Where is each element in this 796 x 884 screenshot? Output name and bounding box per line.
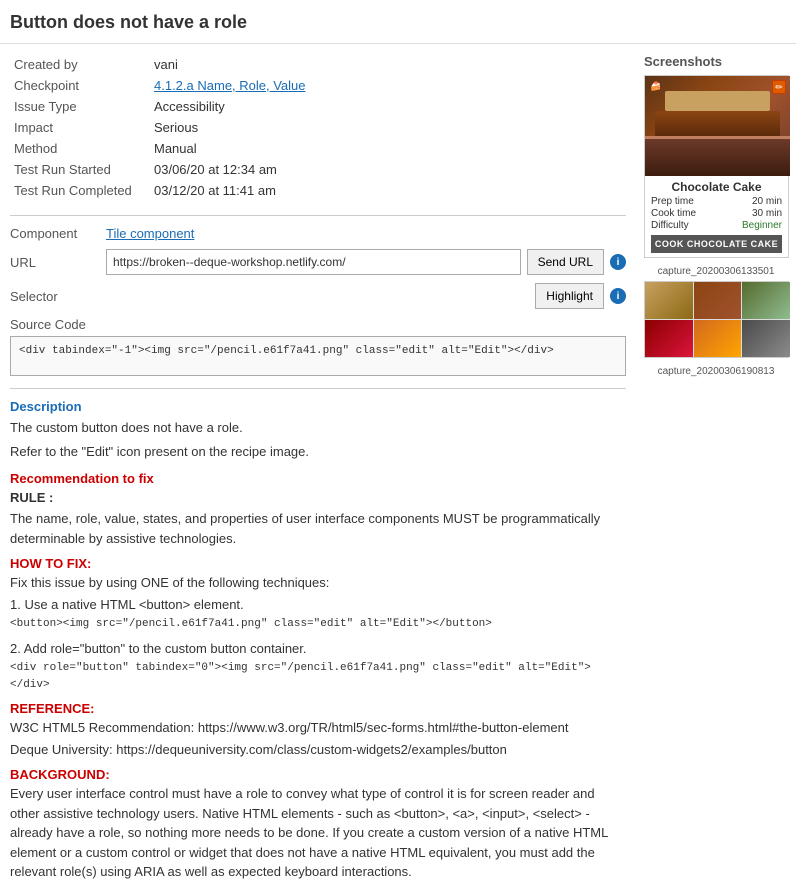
screenshots-heading: Screenshots (644, 54, 788, 69)
test-run-completed-value: 03/12/20 at 11:41 am (150, 180, 626, 201)
method-value: Manual (150, 138, 626, 159)
description-heading: Description (10, 399, 626, 414)
prep-time-label: Prep time (651, 196, 694, 207)
created-by-label: Created by (10, 54, 150, 75)
reference-label: REFERENCE: (10, 701, 626, 716)
difficulty-label: Difficulty (651, 220, 689, 231)
how-to-fix-label: HOW TO FIX: (10, 556, 626, 571)
screenshots-panel: Screenshots 🍰 ✏ Chocolate Cake Prep time… (636, 54, 796, 884)
recommendation-heading: Recommendation to fix (10, 471, 626, 486)
test-run-started-label: Test Run Started (10, 159, 150, 180)
description-line2: Refer to the "Edit" icon present on the … (10, 442, 626, 462)
food-cell-2 (694, 282, 742, 319)
cook-btn[interactable]: COOK CHOCOLATE CAKE (651, 235, 782, 253)
selector-label: Selector (10, 289, 100, 304)
food-cell-4 (645, 320, 693, 357)
impact-label: Impact (10, 117, 150, 138)
source-code-label: Source Code (10, 317, 626, 332)
capture2-name: capture_20200306190813 (644, 364, 788, 381)
screenshot-card-2[interactable] (644, 281, 789, 358)
background-text: Every user interface control must have a… (10, 784, 626, 882)
impact-value: Serious (150, 117, 626, 138)
step1-label: 1. Use a native HTML <button> element. (10, 595, 626, 615)
screenshot-img-1: 🍰 ✏ (645, 76, 790, 176)
screenshot-card-1[interactable]: 🍰 ✏ Chocolate Cake Prep time 20 min Cook… (644, 75, 789, 258)
issue-type-value: Accessibility (150, 96, 626, 117)
test-run-started-value: 03/06/20 at 12:34 am (150, 159, 626, 180)
food-cell-5 (694, 320, 742, 357)
rule-text-content: The name, role, value, states, and prope… (10, 509, 626, 548)
screenshot-img-2 (645, 282, 790, 357)
how-to-fix-intro: Fix this issue by using ONE of the follo… (10, 573, 626, 593)
component-row: Component Tile component (10, 226, 626, 241)
cake-image: 🍰 (645, 76, 790, 176)
background-label: BACKGROUND: (10, 767, 626, 782)
component-label: Component (10, 226, 100, 241)
capture1-name: capture_20200306133501 (644, 264, 788, 281)
component-value-link[interactable]: Tile component (106, 226, 194, 241)
source-code-area: <div tabindex="-1"><img src="/pencil.e61… (10, 336, 626, 376)
cook-time-label: Cook time (651, 208, 696, 219)
url-input[interactable] (106, 249, 521, 275)
step2-code: <div role="button" tabindex="0"><img src… (10, 660, 626, 693)
reference-line1: W3C HTML5 Recommendation: https://www.w3… (10, 718, 626, 738)
food-cell-1 (645, 282, 693, 319)
created-by-value: vani (150, 54, 626, 75)
highlight-dot: ✏ (772, 80, 786, 94)
cake-title: Chocolate Cake (651, 180, 782, 194)
selector-row: Selector Highlight i (10, 283, 626, 309)
highlight-button[interactable]: Highlight (535, 283, 604, 309)
description-line1: The custom button does not have a role. (10, 418, 626, 438)
meta-table: Created by vani Checkpoint 4.1.2.a Name,… (10, 54, 626, 201)
test-run-completed-label: Test Run Completed (10, 180, 150, 201)
screenshot-info-1: Chocolate Cake Prep time 20 min Cook tim… (645, 176, 788, 257)
checkpoint-label: Checkpoint (10, 75, 150, 96)
checkpoint-link[interactable]: 4.1.2.a Name, Role, Value (154, 78, 306, 93)
divider-2 (10, 388, 626, 389)
step1-code: <button><img src="/pencil.e61f7a41.png" … (10, 616, 626, 633)
step2-label: 2. Add role="button" to the custom butto… (10, 639, 626, 659)
food-cell-3 (742, 282, 790, 319)
reference-line2: Deque University: https://dequeuniversit… (10, 740, 626, 760)
url-info-icon[interactable]: i (610, 254, 626, 270)
food-cell-6 (742, 320, 790, 357)
url-label: URL (10, 255, 100, 270)
prep-time-value: 20 min (752, 196, 782, 207)
issue-type-label: Issue Type (10, 96, 150, 117)
method-label: Method (10, 138, 150, 159)
selector-info-icon[interactable]: i (610, 288, 626, 304)
cook-time-value: 30 min (752, 208, 782, 219)
url-row: URL Send URL i (10, 249, 626, 275)
page-title: Button does not have a role (0, 0, 796, 44)
divider-1 (10, 215, 626, 216)
send-url-button[interactable]: Send URL (527, 249, 604, 275)
rule-label: RULE : (10, 490, 53, 505)
difficulty-value: Beginner (742, 220, 782, 231)
